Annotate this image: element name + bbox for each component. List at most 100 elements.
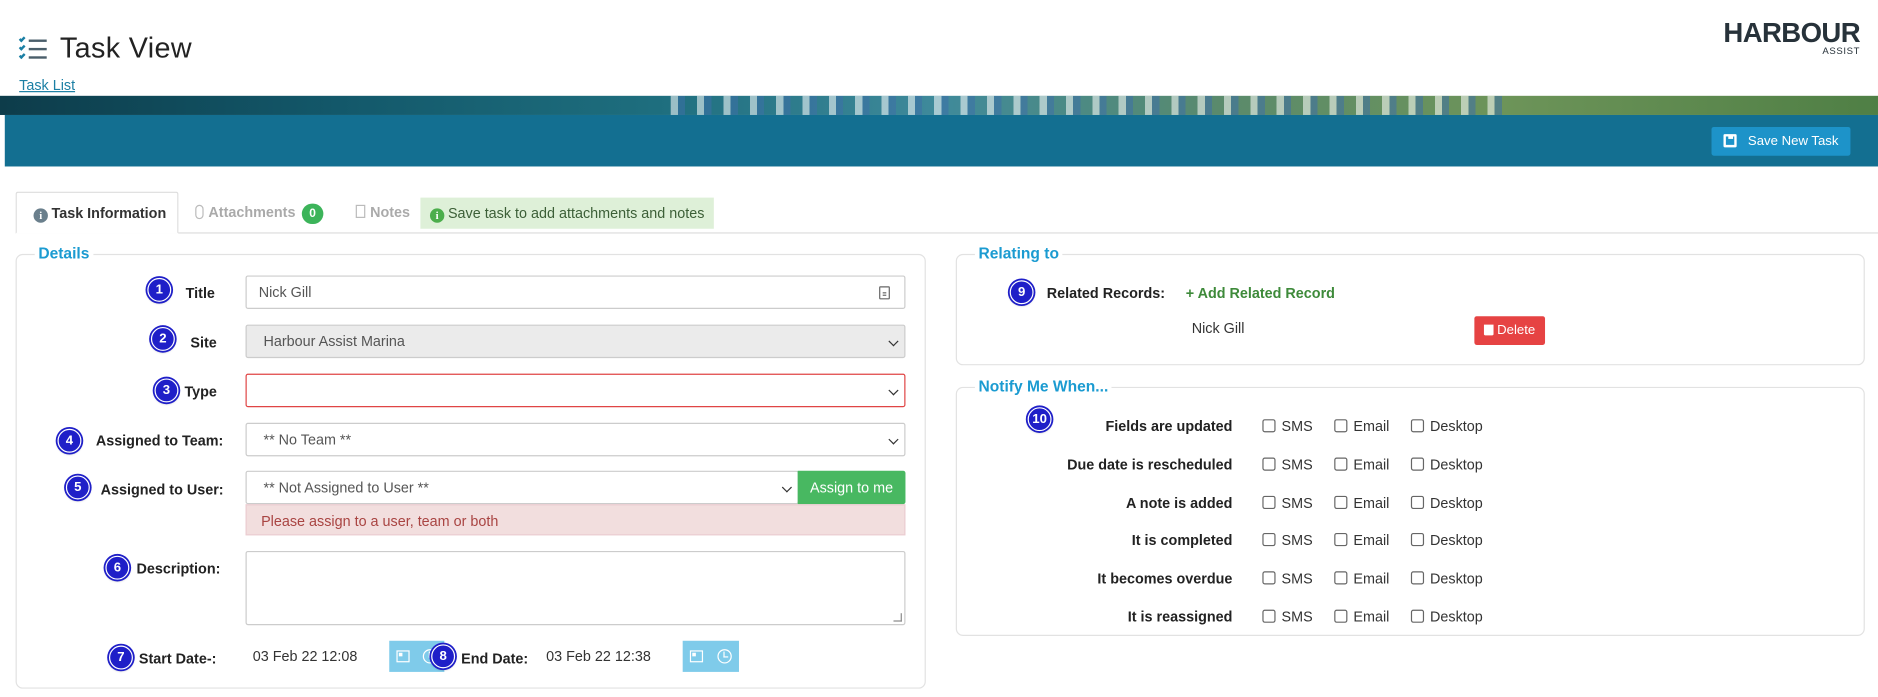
notify-row-label: Due date is rescheduled <box>1067 456 1233 473</box>
notify-checkbox[interactable] <box>1262 533 1276 547</box>
type-select[interactable] <box>245 373 906 408</box>
delete-related-button[interactable]: Delete <box>1474 316 1545 345</box>
notify-option-label: SMS <box>1281 456 1313 473</box>
notify-row-label: It is completed <box>1131 532 1233 550</box>
add-related-record-link[interactable]: + Add Related Record <box>1186 285 1335 302</box>
notify-option-label: Email <box>1353 417 1390 435</box>
end-date-input[interactable]: 03 Feb 22 12:38 <box>538 640 683 672</box>
notify-checkbox[interactable] <box>1410 457 1425 471</box>
assign-error-message: Please assign to a user, team or both <box>245 504 906 536</box>
tab-bar: i Task Information Attachments 0 Notes iS… <box>15 191 1878 234</box>
notify-checkbox[interactable] <box>1334 609 1348 623</box>
notify-option-label: Desktop <box>1430 494 1483 511</box>
step-marker: 6 <box>105 555 130 580</box>
step-marker: 5 <box>65 475 90 500</box>
calendar-icon[interactable] <box>689 650 704 663</box>
notify-row-label: Fields are updated <box>1105 417 1233 435</box>
chevron-down-icon <box>888 385 899 396</box>
notify-option-label: SMS <box>1281 417 1313 435</box>
relating-legend: Relating to <box>974 244 1063 263</box>
notify-option-label: Desktop <box>1430 608 1483 626</box>
header-panel <box>0 0 1878 96</box>
notify-option-label: Desktop <box>1430 532 1483 550</box>
assigned-user-label: Assigned to User: <box>100 481 224 499</box>
step-marker: 7 <box>108 645 133 670</box>
notify-checkbox[interactable] <box>1410 609 1425 623</box>
notify-checkbox[interactable] <box>1262 609 1276 623</box>
notify-row-label: A note is added <box>1125 494 1233 511</box>
notify-option-label: Email <box>1353 532 1390 550</box>
calendar-icon[interactable] <box>396 650 410 663</box>
tab-notes[interactable]: Notes <box>355 192 410 234</box>
notify-checkbox[interactable] <box>1334 419 1348 433</box>
trash-icon <box>1483 324 1494 336</box>
task-list-icon <box>18 35 48 62</box>
notify-option-label: SMS <box>1281 570 1313 588</box>
title-label: Title <box>185 285 215 302</box>
related-record-name: Nick Gill <box>1191 319 1245 337</box>
notify-checkbox[interactable] <box>1410 571 1425 585</box>
page-title: Task View <box>59 32 193 65</box>
notify-checkbox[interactable] <box>1410 419 1425 433</box>
contact-card-icon <box>879 286 890 300</box>
notify-option-label: Desktop <box>1430 417 1483 435</box>
notify-option-label: Email <box>1353 608 1390 626</box>
step-marker: 1 <box>147 277 172 302</box>
relating-panel: Relating to <box>955 244 1865 366</box>
banner-photo <box>670 95 1510 115</box>
notify-legend: Notify Me When... <box>974 377 1112 396</box>
info-icon: i <box>33 208 48 223</box>
notify-checkbox[interactable] <box>1410 495 1425 509</box>
header-banner: Task View Task List HARBOUR ASSIST <box>0 0 1878 115</box>
chevron-down-icon <box>781 482 792 493</box>
tab-task-information[interactable]: i Task Information <box>15 191 179 234</box>
save-notice: i Save task to add attachments and notes <box>420 197 714 229</box>
notify-option-label: Desktop <box>1430 456 1483 473</box>
attachments-count-badge: 0 <box>301 203 324 224</box>
notify-option-label: Email <box>1353 494 1390 511</box>
title-input[interactable]: Nick Gill <box>245 275 906 310</box>
description-label: Description: <box>136 560 221 578</box>
notify-checkbox[interactable] <box>1334 457 1348 471</box>
notify-checkbox[interactable] <box>1262 495 1276 509</box>
save-new-task-button[interactable]: Save New Task <box>1711 126 1851 156</box>
description-textarea[interactable] <box>245 550 906 626</box>
assign-to-me-button[interactable]: Assign to me <box>797 470 906 505</box>
site-select[interactable]: Harbour Assist Marina <box>245 324 906 359</box>
clock-icon[interactable] <box>717 649 732 664</box>
notify-checkbox[interactable] <box>1334 495 1348 509</box>
notify-row-label: It is reassigned <box>1127 608 1233 626</box>
step-marker: 3 <box>154 378 179 403</box>
notify-checkbox[interactable] <box>1262 571 1276 585</box>
notify-checkbox[interactable] <box>1262 457 1276 471</box>
breadcrumb-task-list[interactable]: Task List <box>19 77 75 94</box>
end-date-picker-buttons <box>682 640 739 672</box>
assigned-user-select[interactable]: ** Not Assigned to User ** <box>245 470 799 505</box>
document-icon <box>355 204 366 218</box>
info-icon: i <box>429 208 445 223</box>
notify-checkbox[interactable] <box>1262 419 1276 433</box>
site-label: Site <box>190 334 217 351</box>
notify-option-label: Email <box>1353 456 1390 473</box>
notify-option-label: SMS <box>1281 494 1313 511</box>
related-records-label: Related Records: <box>1046 285 1166 302</box>
paperclip-icon <box>195 204 204 220</box>
page-heading: Task View <box>18 32 193 66</box>
notify-option-label: SMS <box>1281 608 1313 626</box>
toolbar: Save New Task <box>4 114 1878 167</box>
start-date-label: Start Date-: <box>138 650 217 668</box>
assigned-team-label: Assigned to Team: <box>95 432 224 450</box>
start-date-input[interactable]: 03 Feb 22 12:08 <box>245 640 390 672</box>
notify-option-label: SMS <box>1281 532 1313 550</box>
tab-attachments[interactable]: Attachments 0 <box>195 192 324 234</box>
step-marker: 8 <box>431 644 456 669</box>
chevron-down-icon <box>888 336 899 347</box>
step-marker: 4 <box>57 428 82 453</box>
save-icon <box>1723 134 1738 148</box>
notify-checkbox[interactable] <box>1334 571 1348 585</box>
assigned-team-select[interactable]: ** No Team ** <box>245 422 906 457</box>
step-marker: 9 <box>1009 280 1034 305</box>
notify-checkbox[interactable] <box>1410 533 1425 547</box>
notify-checkbox[interactable] <box>1334 533 1348 547</box>
details-legend: Details <box>34 244 93 263</box>
